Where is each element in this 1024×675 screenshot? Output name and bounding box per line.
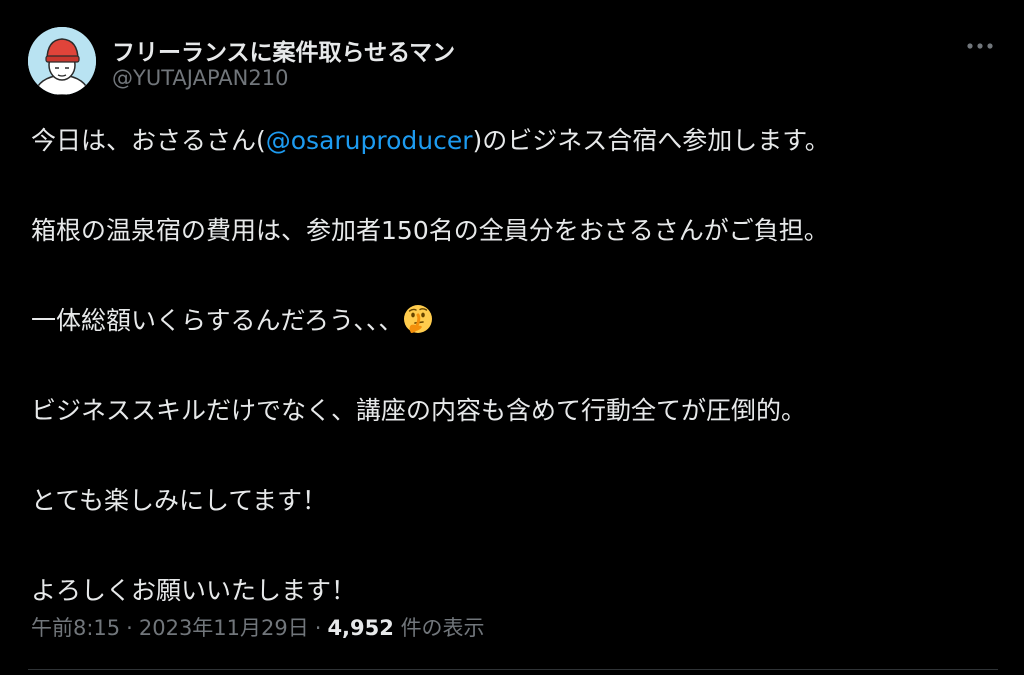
tweet-text-segment: 今日は、おさるさん(	[31, 126, 266, 155]
tweet-paragraph-5: とても楽しみにしてます！	[31, 486, 328, 515]
tweet-metadata: 午前8:15 · 2023年11月29日 · 4,952 件の表示	[31, 612, 485, 642]
tweet-paragraph-4: ビジネススキルだけでなく、講座の内容も含めて行動全てが圧倒的。	[31, 396, 807, 425]
more-horizontal-icon	[967, 43, 993, 49]
tweet-paragraph-2: 箱根の温泉宿の費用は、参加者150名の全員分をおさるさんがご負担。	[31, 216, 829, 245]
tweet-card: フリーランスに案件取らせるマン @YUTAJAPAN210 今日は、おさるさん(…	[0, 0, 1024, 675]
mention-link[interactable]: @osaruproducer	[266, 126, 473, 155]
divider	[28, 669, 998, 670]
meta-separator: ·	[314, 616, 322, 640]
tweet-time-link[interactable]: 午前8:15 · 2023年11月29日	[31, 616, 309, 640]
tweet-text: 今日は、おさるさん(@osaruproducer)のビジネス合宿へ参加します。 …	[31, 118, 991, 613]
author-display-name[interactable]: フリーランスに案件取らせるマン	[112, 33, 455, 67]
views-link[interactable]: 4,952 件の表示	[327, 616, 484, 640]
tweet-paragraph-3: 一体総額いくらするんだろう､､､	[31, 298, 991, 343]
meta-separator: ·	[126, 616, 133, 640]
tweet-date: 2023年11月29日	[138, 616, 309, 640]
tweet-paragraph-6: よろしくお願いいたします！	[31, 576, 357, 605]
tweet-time: 午前8:15	[31, 616, 121, 640]
avatar[interactable]	[28, 27, 96, 95]
views-label: 件の表示	[400, 616, 485, 640]
tweet-text-segment: )のビジネス合宿へ参加します。	[472, 126, 830, 155]
person-red-beanie-avatar-icon	[28, 27, 96, 95]
more-options-button[interactable]	[962, 34, 998, 58]
author-handle[interactable]: @YUTAJAPAN210	[112, 66, 288, 90]
tweet-paragraph-1: 今日は、おさるさん(@osaruproducer)のビジネス合宿へ参加します。	[31, 118, 991, 163]
views-count: 4,952	[327, 616, 394, 640]
thinking-face-emoji-icon	[402, 303, 434, 335]
tweet-text-segment: 一体総額いくらするんだろう､､､	[31, 306, 392, 335]
